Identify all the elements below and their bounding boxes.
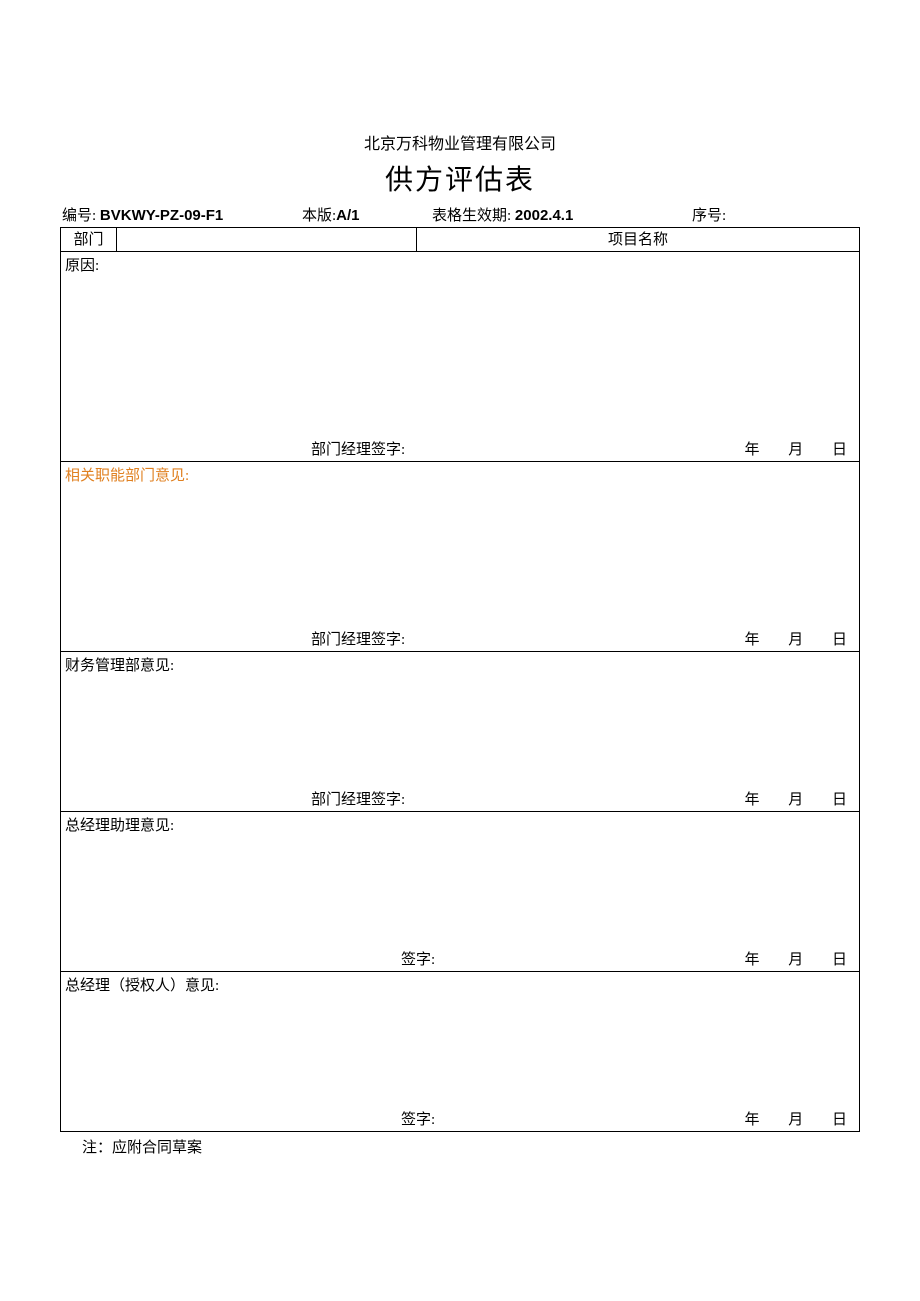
date-day-label: 日 [809,438,849,459]
reason-sig-label: 部门经理签字: [311,438,405,459]
dept-value-cell [117,228,417,252]
gm-assistant-signature-line: 签字: 年 月 日 [61,948,859,969]
section-related-dept: 相关职能部门意见: 部门经理签字: 年 月 日 [61,462,860,652]
project-label-cell: 项目名称 [417,228,860,252]
date-day-label: 日 [809,1108,849,1129]
finance-sig-label: 部门经理签字: [311,788,405,809]
table-header-row: 部门 项目名称 [61,228,860,252]
gm-signature-line: 签字: 年 月 日 [61,1108,859,1129]
serial-label: 序号: [692,208,726,224]
page-container: 北京万科物业管理有限公司 供方评估表 编号: BVKWY-PZ-09-F1 本版… [60,130,860,1157]
date-month-label: 月 [765,788,805,809]
section-finance: 财务管理部意见: 部门经理签字: 年 月 日 [61,652,860,812]
date-day-label: 日 [809,788,849,809]
company-name: 北京万科物业管理有限公司 [60,130,860,154]
date-day-label: 日 [809,628,849,649]
finance-label: 财务管理部意见: [65,654,174,675]
version-label: 本版: [302,208,336,224]
date-year-label: 年 [722,948,762,969]
table-row: 总经理助理意见: 签字: 年 月 日 [61,812,860,972]
form-title: 供方评估表 [60,158,860,198]
date-year-label: 年 [722,1108,762,1129]
date-month-label: 月 [765,628,805,649]
date-month-label: 月 [765,438,805,459]
reason-label: 原因: [65,254,99,275]
date-day-label: 日 [809,948,849,969]
section-gm: 总经理（授权人）意见: 签字: 年 月 日 [61,972,860,1132]
version-value: A/1 [336,207,359,224]
table-row: 相关职能部门意见: 部门经理签字: 年 月 日 [61,462,860,652]
date-year-label: 年 [722,628,762,649]
footnote: 注：应附合同草案 [60,1136,860,1157]
reason-date: 年 月 日 [722,438,850,459]
date-year-label: 年 [722,438,762,459]
effective-label: 表格生效期: [432,208,511,224]
section-reason: 原因: 部门经理签字: 年 月 日 [61,252,860,462]
date-year-label: 年 [722,788,762,809]
related-signature-line: 部门经理签字: 年 月 日 [61,628,859,649]
gm-assistant-date: 年 月 日 [722,948,850,969]
dept-label-cell: 部门 [61,228,117,252]
gm-sig-label: 签字: [401,1108,435,1129]
finance-signature-line: 部门经理签字: 年 月 日 [61,788,859,809]
related-sig-label: 部门经理签字: [311,628,405,649]
meta-line: 编号: BVKWY-PZ-09-F1 本版:A/1 表格生效期: 2002.4.… [60,204,860,227]
table-row: 财务管理部意见: 部门经理签字: 年 月 日 [61,652,860,812]
date-month-label: 月 [765,948,805,969]
gm-label: 总经理（授权人）意见: [65,974,219,995]
gm-assistant-label: 总经理助理意见: [65,814,174,835]
date-month-label: 月 [765,1108,805,1129]
finance-date: 年 月 日 [722,788,850,809]
code-label: 编号: [62,208,96,224]
form-table: 部门 项目名称 原因: 部门经理签字: 年 月 日 相关职能部 [60,227,860,1132]
table-row: 原因: 部门经理签字: 年 月 日 [61,252,860,462]
code-value: BVKWY-PZ-09-F1 [100,207,223,224]
related-dept-label: 相关职能部门意见: [65,464,189,485]
gm-assistant-sig-label: 签字: [401,948,435,969]
section-gm-assistant: 总经理助理意见: 签字: 年 月 日 [61,812,860,972]
table-row: 总经理（授权人）意见: 签字: 年 月 日 [61,972,860,1132]
gm-date: 年 月 日 [722,1108,850,1129]
effective-value: 2002.4.1 [515,207,573,224]
reason-signature-line: 部门经理签字: 年 月 日 [61,438,859,459]
related-date: 年 月 日 [722,628,850,649]
